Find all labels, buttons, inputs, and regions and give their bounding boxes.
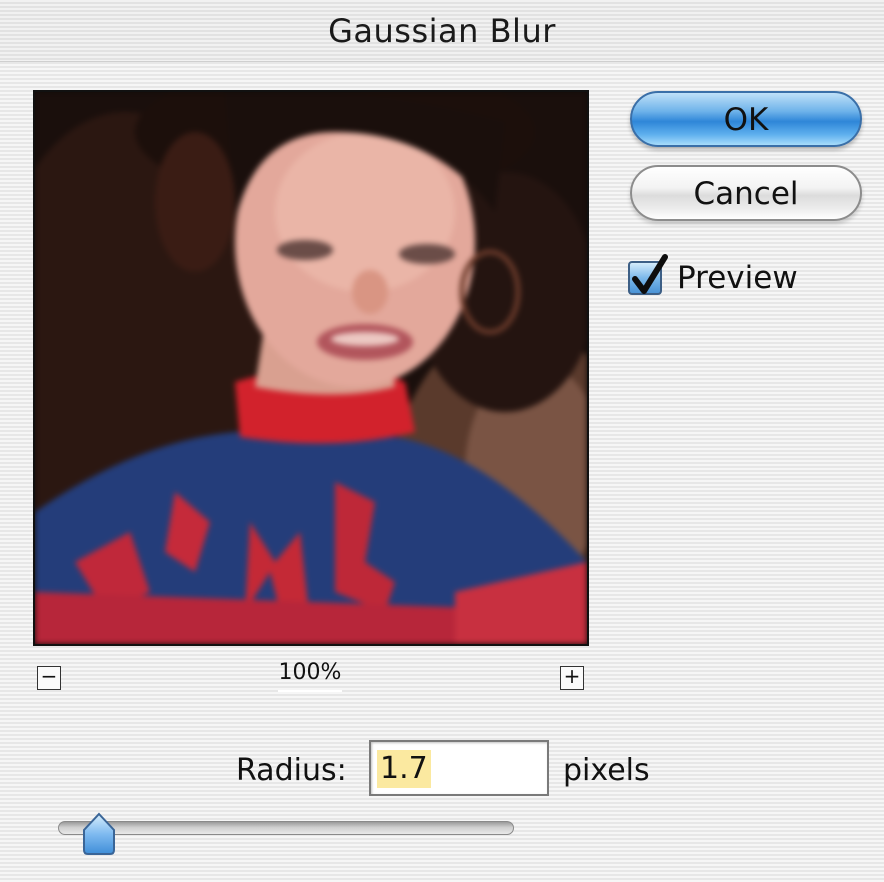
preview-checkbox[interactable] — [628, 254, 668, 295]
preview-image[interactable] — [33, 90, 589, 646]
preview-photo — [35, 92, 587, 644]
radius-label: Radius: — [236, 753, 347, 788]
radius-slider-track[interactable] — [58, 821, 514, 835]
gaussian-blur-dialog: Gaussian Blur − 100% + OK Cancel Preview… — [0, 0, 884, 882]
radius-input[interactable]: 1.7 — [369, 740, 549, 796]
radius-unit-label: pixels — [563, 753, 650, 788]
radius-value: 1.7 — [377, 750, 431, 788]
title-bar[interactable]: Gaussian Blur — [0, 0, 884, 62]
zoom-level: 100% — [278, 660, 342, 685]
cancel-button[interactable]: Cancel — [630, 165, 862, 221]
radius-slider-thumb[interactable] — [82, 812, 116, 856]
checkmark-icon — [632, 254, 668, 294]
minus-icon: − — [40, 664, 58, 688]
dialog-title: Gaussian Blur — [328, 12, 556, 50]
zoom-in-button[interactable]: + — [560, 666, 584, 690]
preview-checkbox-label[interactable]: Preview — [677, 260, 798, 296]
zoom-out-button[interactable]: − — [37, 666, 61, 690]
zoom-level-underline — [278, 690, 342, 692]
plus-icon: + — [563, 664, 581, 688]
ok-button[interactable]: OK — [630, 91, 862, 147]
